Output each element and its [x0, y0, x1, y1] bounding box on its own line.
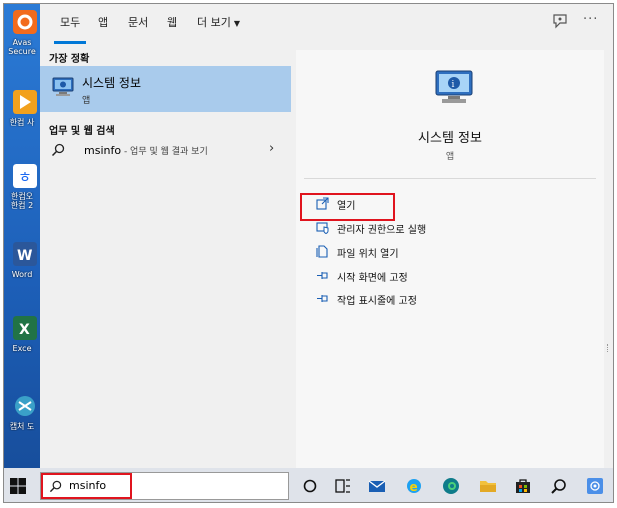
admin-shield-icon: [316, 222, 329, 234]
system-information-icon: [52, 77, 74, 96]
desktop-icon-avast[interactable]: Avas Secure: [4, 8, 40, 70]
search-icon: [51, 143, 65, 157]
start-search-panel: 모두 앱 문서 웹 더 보기 ▼ ··· 가장 정확 시스템 정보 앱 업무 및 …: [40, 4, 613, 468]
internet-explorer-icon[interactable]: e: [404, 476, 424, 496]
desktop-icon-hancom-office[interactable]: 한컴 사: [4, 88, 40, 150]
run-as-admin-label: 관리자 권한으로 실행: [337, 225, 427, 236]
open-file-location-action[interactable]: 파일 위치 열기: [310, 243, 510, 261]
caret-down-icon: ▼: [233, 19, 241, 28]
detail-pane: i 시스템 정보 앱 열기 관리자 권한으로 실행 파일 위치 열기 시작 화면…: [296, 44, 613, 468]
pin-to-start-label: 시작 화면에 고정: [337, 273, 408, 284]
search-highlight-box: [41, 473, 132, 499]
desktop-icon-word[interactable]: W Word: [4, 240, 40, 302]
web-search-hint: - 업무 및 웹 결과 보기: [121, 147, 208, 157]
chevron-right-icon[interactable]: ›: [269, 141, 274, 156]
avast-icon: [13, 10, 37, 34]
file-explorer-icon[interactable]: [478, 476, 498, 496]
svg-text:ㅎ: ㅎ: [18, 168, 32, 186]
search-magnifier-icon[interactable]: [549, 476, 569, 496]
tab-apps[interactable]: 앱: [98, 14, 108, 30]
desktop-icon-hancom-tools[interactable]: ㅎ 한컴오 한컴 2: [4, 162, 40, 224]
task-view-icon[interactable]: [333, 476, 353, 496]
web-search-text: msinfo - 업무 및 웹 결과 보기: [84, 144, 208, 157]
desktop-icon-label: Exce: [12, 344, 32, 353]
desktop-icon-label: Avas Secure: [8, 38, 36, 56]
desktop-icon-label: 한컴 사: [9, 118, 35, 127]
web-search-heading: 업무 및 웹 검색: [49, 126, 115, 137]
svg-text:W: W: [17, 248, 32, 264]
best-match-item[interactable]: 시스템 정보 앱: [40, 66, 291, 112]
web-search-query: msinfo: [84, 144, 122, 157]
snipping-tool-icon: [15, 396, 35, 416]
svg-text:X: X: [19, 322, 30, 338]
pin-icon: [317, 272, 328, 279]
detail-title: 시스템 정보: [418, 131, 482, 146]
tab-all[interactable]: 모두: [60, 14, 80, 30]
run-as-admin-action[interactable]: 관리자 권한으로 실행: [310, 219, 510, 237]
tab-more-label: 더 보기: [197, 16, 231, 29]
desktop-icon-label: 캡처 도: [9, 422, 35, 431]
feedback-icon[interactable]: [552, 13, 568, 29]
web-search-item[interactable]: msinfo - 업무 및 웹 결과 보기 ›: [40, 138, 291, 164]
detail-subtitle: 앱: [445, 152, 455, 162]
results-pane: 가장 정확 시스템 정보 앱 업무 및 웹 검색 msinfo - 업무 및 웹…: [40, 44, 291, 468]
scrollbar[interactable]: [607, 344, 610, 352]
divider: [304, 178, 596, 179]
best-match-subtitle: 앱: [82, 96, 91, 106]
taskbar-search-box[interactable]: msinfo: [40, 472, 289, 500]
desktop-icon-snipping-tool[interactable]: 캡처 도: [4, 392, 40, 454]
word-icon: W: [13, 242, 37, 266]
desktop-icon-label: Word: [11, 270, 33, 279]
pin-icon: [317, 295, 328, 302]
tab-web[interactable]: 웹: [167, 14, 177, 30]
edge-icon[interactable]: [441, 476, 461, 496]
desktop-icon-excel[interactable]: X Exce: [4, 314, 40, 376]
desktop-strip: Avas Secure 한컴 사 ㅎ 한컴오 한컴 2 W Word X Exce …: [4, 4, 40, 468]
best-match-title: 시스템 정보: [82, 76, 142, 90]
more-options-icon[interactable]: ···: [583, 12, 598, 27]
desktop-icon-label: 한컴오 한컴 2: [10, 192, 34, 210]
pin-to-taskbar-label: 작업 표시줄에 고정: [337, 296, 417, 307]
tab-more[interactable]: 더 보기 ▼: [197, 14, 240, 30]
filter-tabs: 모두 앱 문서 웹 더 보기 ▼ ···: [40, 4, 613, 44]
store-icon[interactable]: [513, 476, 533, 496]
svg-text:e: e: [410, 480, 418, 494]
best-match-heading: 가장 정확: [49, 54, 90, 65]
open-file-location-label: 파일 위치 열기: [337, 249, 399, 260]
open-highlight-box: [300, 193, 395, 221]
windows-start-icon[interactable]: [8, 476, 28, 496]
app-tile-icon[interactable]: [585, 476, 605, 496]
hancom-tools-icon: ㅎ: [13, 164, 37, 188]
screen: Avas Secure 한컴 사 ㅎ 한컴오 한컴 2 W Word X Exce …: [3, 3, 614, 503]
hancom-office-icon: [13, 90, 37, 114]
system-information-large-icon: i: [435, 70, 473, 103]
taskbar: msinfo e: [4, 468, 613, 502]
mail-icon[interactable]: [367, 476, 387, 496]
detail-card: i 시스템 정보 앱 열기 관리자 권한으로 실행 파일 위치 열기 시작 화면…: [296, 50, 604, 468]
tab-documents[interactable]: 문서: [128, 14, 148, 30]
file-location-icon: [316, 245, 328, 258]
svg-text:i: i: [452, 80, 455, 90]
pin-to-taskbar-action[interactable]: 작업 표시줄에 고정: [310, 290, 510, 308]
pin-to-start-action[interactable]: 시작 화면에 고정: [310, 267, 510, 285]
excel-icon: X: [13, 316, 37, 340]
cortana-icon[interactable]: [300, 476, 320, 496]
